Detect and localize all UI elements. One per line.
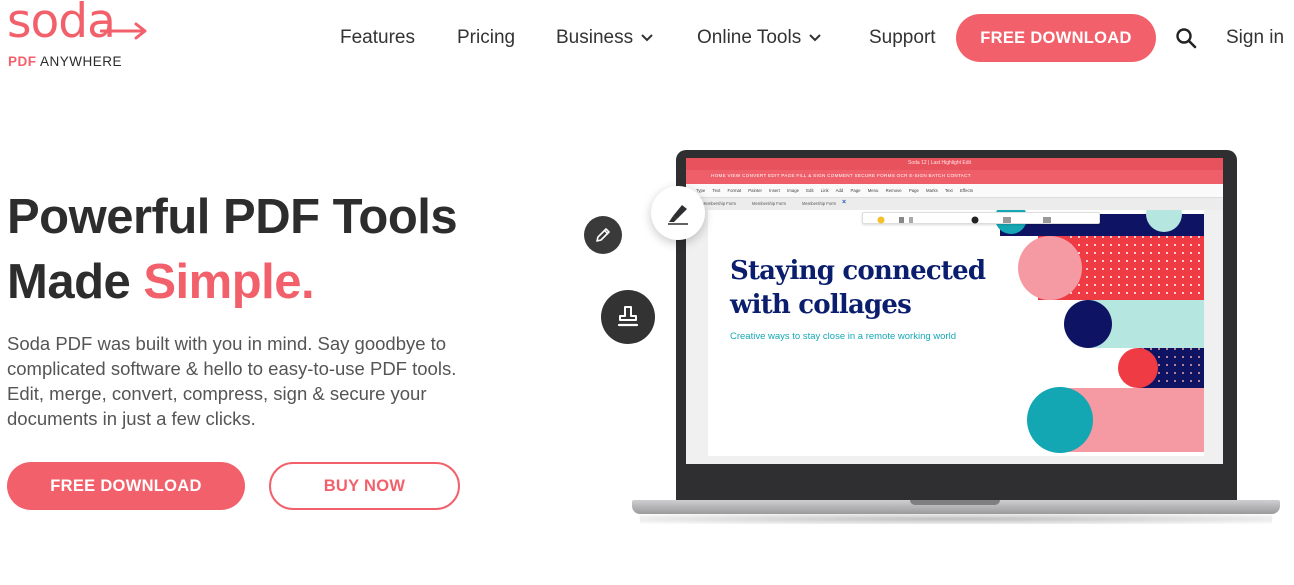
doc-heading: Staying connected with collages [730, 256, 986, 320]
doc-tab: Membership Form [752, 201, 786, 206]
sign-in-link[interactable]: Sign in [1226, 27, 1284, 49]
stamp-icon-button [601, 290, 655, 344]
close-tab-icon: × [842, 199, 847, 206]
app-titlebar: Soda 12 | Last Highlight Edit [686, 158, 1223, 170]
chevron-down-icon [809, 34, 821, 42]
text-format-toolbar [862, 212, 1100, 224]
marker-icon-button [651, 186, 705, 240]
hero-title-line2: Made Simple. [7, 255, 315, 309]
search-icon[interactable] [1175, 27, 1197, 49]
logo-tagline: PDF ANYWHERE [8, 54, 123, 69]
app-toolbar-items: Type Text Format Painter Insert Image Ed… [696, 188, 974, 193]
doc-tab: Membership Form [802, 201, 836, 206]
header-free-download-button[interactable]: FREE DOWNLOAD [956, 14, 1156, 62]
laptop-shadow [640, 514, 1272, 524]
app-title: Soda 12 | Last Highlight Edit [908, 160, 972, 166]
stamp-icon [617, 306, 639, 327]
pencil-icon-button [584, 216, 622, 254]
app-menu-items: HOME VIEW CONVERT EDIT PAGE FILL & SIGN … [711, 173, 971, 178]
free-download-button[interactable]: FREE DOWNLOAD [7, 462, 245, 510]
format-tools-icon [877, 216, 1051, 224]
hero-title-accent: Simple. [143, 255, 315, 309]
hero-description: Soda PDF was built with you in mind. Say… [7, 333, 457, 429]
laptop-notch [910, 500, 1000, 505]
app-toolbar: Type Text Format Painter Insert Image Ed… [686, 184, 1223, 198]
hero-title-line1: Powerful PDF Tools [7, 190, 458, 244]
nav-pricing[interactable]: Pricing [457, 27, 515, 49]
pdf-page: Staying connected with collages Creative… [708, 210, 1204, 456]
laptop-screen: Soda 12 | Last Highlight Edit HOME VIEW … [686, 158, 1223, 464]
app-menubar: HOME VIEW CONVERT EDIT PAGE FILL & SIGN … [686, 170, 1223, 184]
logo-wordmark: soda [7, 0, 116, 49]
app-document-tabs: Membership Form Membership Form Membersh… [686, 198, 1223, 210]
nav-features[interactable]: Features [340, 27, 415, 49]
chevron-down-icon [641, 34, 653, 42]
marker-icon [668, 205, 688, 225]
nav-online-tools[interactable]: Online Tools [697, 27, 821, 49]
nav-support[interactable]: Support [869, 27, 936, 49]
buy-now-button[interactable]: BUY NOW [269, 462, 460, 510]
soda-pdf-logo[interactable]: soda PDF ANYWHERE [7, 0, 147, 72]
logo-arrow-icon [100, 22, 147, 40]
pencil-icon [596, 228, 610, 242]
nav-business[interactable]: Business [556, 27, 653, 49]
doc-tab: Membership Form [702, 201, 736, 206]
doc-subheading: Creative ways to stay close in a remote … [730, 331, 956, 342]
